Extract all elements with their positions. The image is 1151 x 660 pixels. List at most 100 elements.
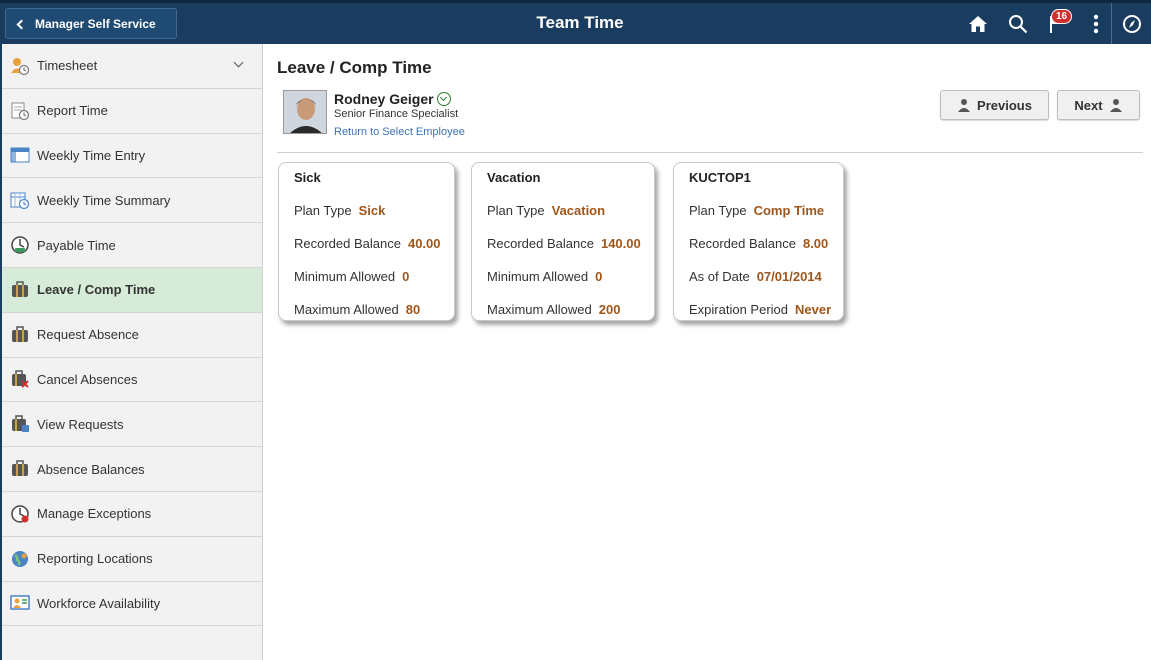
next-button[interactable]: Next [1057,90,1140,120]
sidebar-item-label: Report Time [37,103,108,119]
sidebar-item-weekly-time-entry[interactable]: Weekly Time Entry [2,134,262,179]
card-row-plan-type: Plan Type Comp Time [689,194,843,227]
card-row-minimum-allowed: Minimum Allowed 0 [487,260,654,293]
absence-balances-icon [10,459,30,479]
plan-card-vacation[interactable]: Vacation Plan Type Vacation Recorded Bal… [471,162,655,321]
row-value: 40.00 [407,236,441,251]
sidebar-item-label: Cancel Absences [37,371,138,387]
row-label: As of Date [689,269,750,284]
reporting-locations-icon [10,549,30,569]
person-icon [958,99,971,112]
sidebar-item-label: Workforce Availability [37,595,161,611]
sidebar-item-request-absence[interactable]: Request Absence [2,313,262,358]
card-title: KUCTOP1 [689,170,751,185]
leave-comp-time-icon [10,280,30,300]
view-requests-icon [10,414,30,434]
card-row-plan-type: Plan Type Sick [294,194,454,227]
plan-card-kuctop1[interactable]: KUCTOP1 Plan Type Comp Time Recorded Bal… [673,162,844,321]
weekly-time-entry-icon [10,145,30,165]
manage-exceptions-icon [10,504,30,524]
plan-card-sick[interactable]: Sick Plan Type Sick Recorded Balance 40.… [278,162,455,321]
person-icon [1109,99,1122,112]
workforce-availability-icon [10,593,30,613]
card-row-recorded-balance: Recorded Balance 8.00 [689,227,843,260]
card-row-minimum-allowed: Minimum Allowed 0 [294,260,454,293]
row-label: Plan Type [294,203,352,218]
notification-badge: 16 [1051,9,1073,24]
row-value: 0 [402,269,410,284]
page-header-title: Team Time [536,13,624,32]
chevron-down-icon[interactable] [233,57,244,68]
main-content: Leave / Comp Time Rodney Geiger Senior F… [264,44,1151,660]
navbar-button[interactable] [1111,3,1151,44]
sidebar-item-cancel-absences[interactable]: Cancel Absences [2,358,262,403]
row-value: 200 [598,302,621,317]
sidebar-item-label: Absence Balances [37,461,145,477]
sidebar: Timesheet Report Time Weekly Time Entry … [0,44,263,660]
request-absence-icon [10,325,30,345]
chevron-left-icon [16,19,27,29]
row-value: 80 [405,302,421,317]
sidebar-item-label: Manage Exceptions [37,506,152,522]
row-value: Never [795,302,832,317]
employee-name: Rodney Geiger [334,91,451,107]
row-label: Plan Type [487,203,545,218]
sidebar-item-label: Request Absence [37,327,139,343]
sidebar-item-view-requests[interactable]: View Requests [2,402,262,448]
row-value: 140.00 [600,236,641,251]
previous-button-label: Previous [977,97,1032,113]
card-row-maximum-allowed: Maximum Allowed 200 [487,293,654,326]
sidebar-item-weekly-time-summary[interactable]: Weekly Time Summary [2,178,262,224]
row-label: Maximum Allowed [487,302,592,317]
row-label: Minimum Allowed [487,269,589,284]
row-label: Recorded Balance [689,236,796,251]
row-value: Sick [358,203,386,218]
more-vertical-icon [1093,14,1099,33]
back-button-label: Manager Self Service [35,16,156,31]
weekly-time-summary-icon [10,190,30,210]
row-label: Maximum Allowed [294,302,399,317]
page-title: Leave / Comp Time [277,58,432,77]
sidebar-item-label: Reporting Locations [37,551,153,567]
sidebar-item-label: Leave / Comp Time [37,282,156,298]
top-banner: Manager Self Service Team Time 16 [0,0,1151,44]
row-value: 07/01/2014 [756,269,822,284]
card-row-maximum-allowed: Maximum Allowed 80 [294,293,454,326]
sidebar-item-payable-time[interactable]: Payable Time [2,223,262,268]
card-row-as-of-date: As of Date 07/01/2014 [689,260,843,293]
sidebar-item-label: View Requests [37,416,124,432]
sidebar-item-leave-comp-time[interactable]: Leave / Comp Time [2,267,262,313]
employee-name-text: Rodney Geiger [334,91,434,107]
card-row-expiration-period: Expiration Period Never [689,293,843,326]
sidebar-item-workforce-availability[interactable]: Workforce Availability [2,582,262,627]
cancel-absences-icon [10,369,30,389]
sidebar-item-report-time[interactable]: Report Time [2,89,262,134]
card-row-recorded-balance: Recorded Balance 140.00 [487,227,654,260]
notifications-button[interactable]: 16 [1037,3,1081,44]
divider [277,152,1143,153]
row-label: Recorded Balance [487,236,594,251]
sidebar-item-absence-balances[interactable]: Absence Balances [2,447,262,492]
sidebar-item-label: Payable Time [37,237,116,253]
card-title: Sick [294,170,321,185]
previous-button[interactable]: Previous [940,90,1049,120]
sidebar-item-manage-exceptions[interactable]: Manage Exceptions [2,492,262,537]
compass-icon [1122,14,1141,33]
return-to-select-employee-link[interactable]: Return to Select Employee [334,126,465,138]
sidebar-item-reporting-locations[interactable]: Reporting Locations [2,537,262,582]
sidebar-item-timesheet[interactable]: Timesheet [2,44,262,89]
back-button[interactable]: Manager Self Service [5,8,177,39]
actions-menu-button[interactable] [1081,3,1111,44]
home-icon [969,15,987,32]
row-value: 0 [595,269,603,284]
related-actions-icon[interactable] [436,92,451,106]
row-value: Comp Time [753,203,825,218]
next-button-label: Next [1074,97,1103,113]
row-label: Plan Type [689,203,747,218]
timesheet-icon [10,56,30,76]
search-button[interactable] [999,3,1037,44]
payable-time-icon [10,235,30,255]
sidebar-item-label: Timesheet [37,58,98,74]
row-value: 8.00 [802,236,829,251]
home-button[interactable] [957,3,999,44]
